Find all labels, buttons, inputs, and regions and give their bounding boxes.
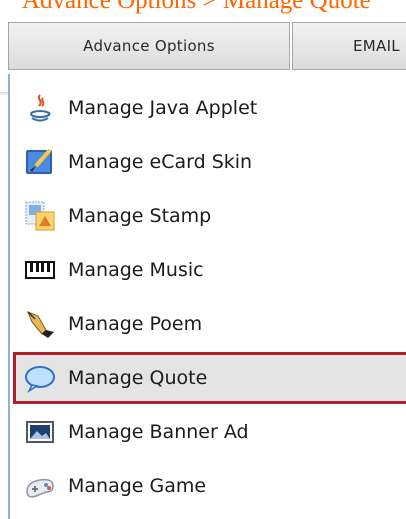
menu-item-manage-java-applet[interactable]: Manage Java Applet	[16, 82, 406, 134]
menu-item-manage-quote[interactable]: Manage Quote	[13, 352, 406, 404]
menu-item-label: Manage eCard Skin	[68, 151, 253, 173]
breadcrumb: Advance Options > Manage Quote	[22, 0, 371, 14]
menu-item-manage-banner-ad[interactable]: Manage Banner Ad	[16, 406, 406, 458]
tab-email[interactable]: EMAIL	[292, 22, 406, 70]
stamp-icon	[24, 200, 56, 232]
menu-item-label: Manage Java Applet	[68, 97, 258, 119]
piano-keyboard-icon	[24, 254, 56, 286]
speech-bubble-icon	[24, 362, 56, 394]
image-icon	[24, 416, 56, 448]
menu-item-manage-game[interactable]: Manage Game	[16, 460, 406, 512]
menu-item-label: Manage Music	[68, 259, 204, 281]
menu-item-manage-music[interactable]: Manage Music	[16, 244, 406, 296]
advance-options-menu: Manage Java Applet Manage eCard Skin Man…	[8, 74, 406, 519]
menu-item-manage-poem[interactable]: Manage Poem	[16, 298, 406, 350]
java-icon	[24, 92, 56, 124]
tab-advance-options[interactable]: Advance Options	[8, 22, 290, 70]
menu-item-label: Manage Stamp	[68, 205, 212, 227]
menu-item-label: Manage Game	[68, 475, 207, 497]
menu-item-label: Manage Poem	[68, 313, 203, 335]
menu-item-label: Manage Quote	[68, 367, 208, 389]
menu-item-label: Manage Banner Ad	[68, 421, 249, 443]
fountain-pen-icon	[24, 308, 56, 340]
gamepad-icon	[24, 470, 56, 502]
menu-item-manage-stamp[interactable]: Manage Stamp	[16, 190, 406, 242]
paintbrush-icon	[24, 146, 56, 178]
top-nav: Advance Options EMAIL	[0, 22, 406, 96]
menu-item-manage-ecard-skin[interactable]: Manage eCard Skin	[16, 136, 406, 188]
